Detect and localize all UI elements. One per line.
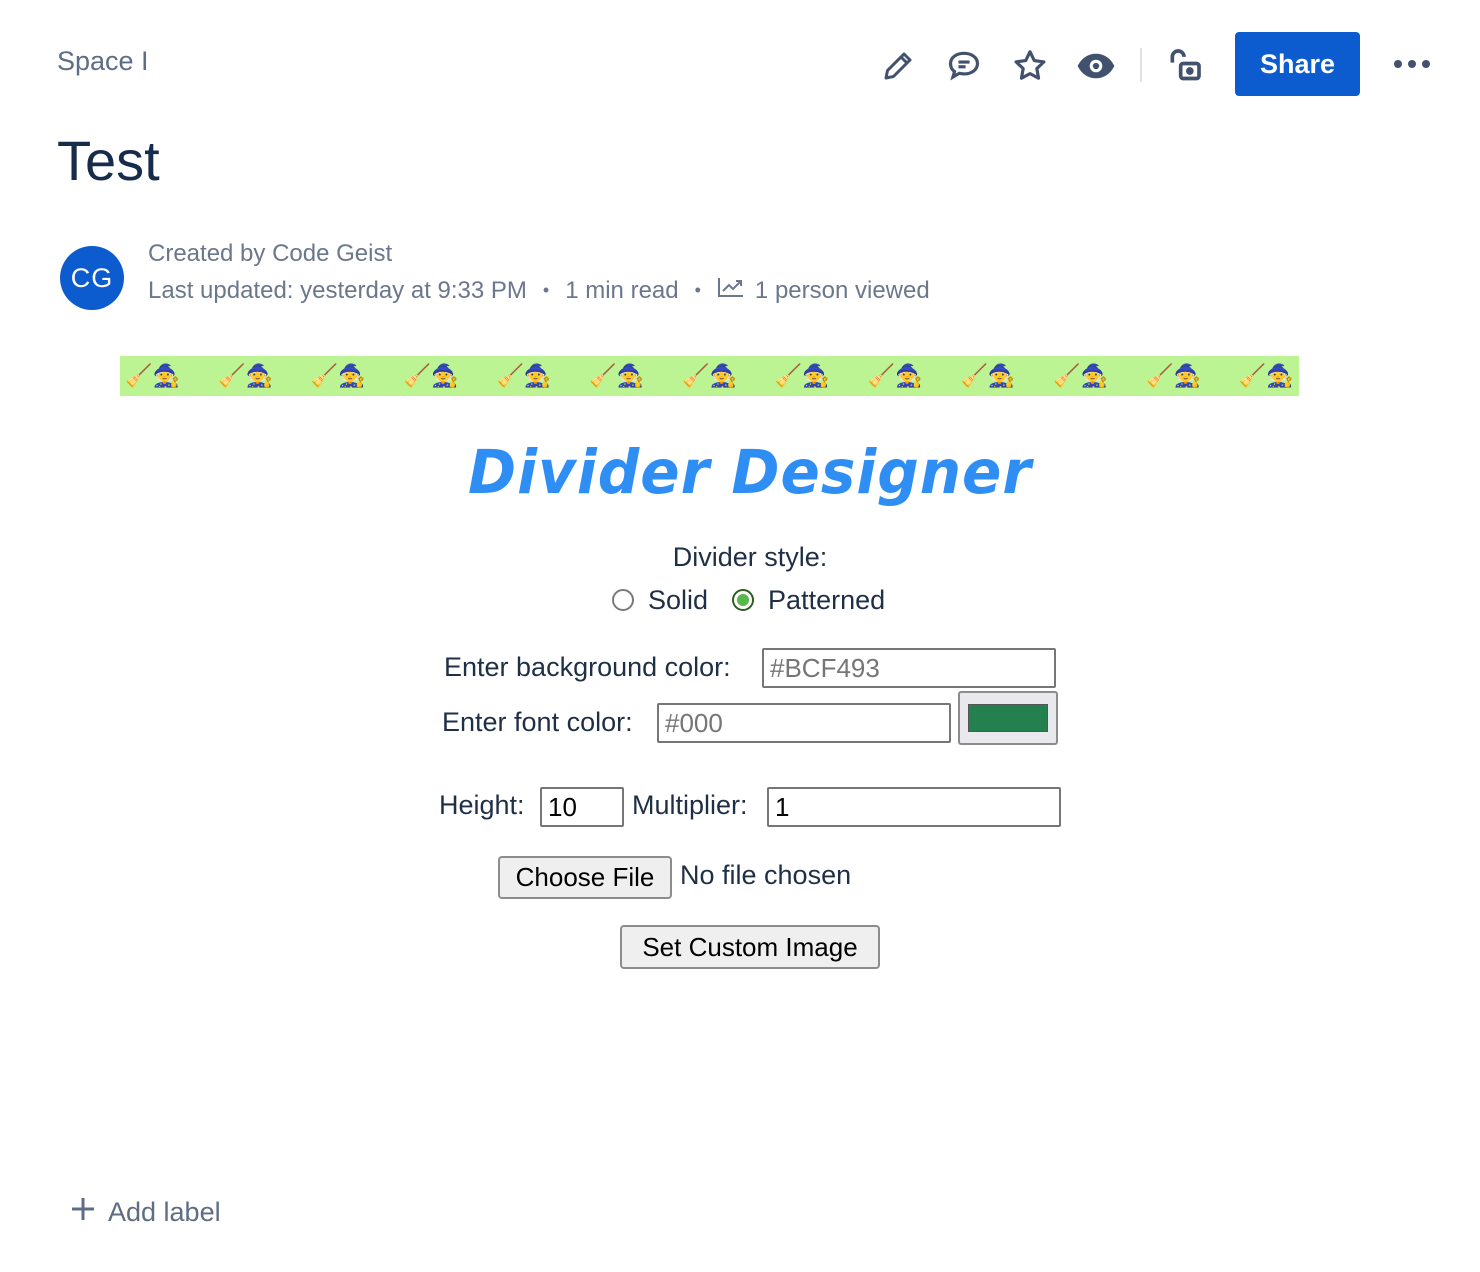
divider-style-label: Divider style: xyxy=(672,542,828,572)
divider-pattern-unit: 🧹🧙 xyxy=(310,363,366,388)
byline-separator: • xyxy=(694,280,701,300)
read-time: 1 min read xyxy=(565,276,679,304)
avatar[interactable]: CG xyxy=(60,246,124,310)
radio-patterned-label[interactable]: Patterned xyxy=(768,585,885,616)
set-custom-image-button[interactable]: Set Custom Image xyxy=(620,925,880,969)
height-input[interactable] xyxy=(540,787,624,827)
divider-pattern-unit: 🧹🧙 xyxy=(1146,363,1201,388)
divider-pattern-unit: 🧹🧙 xyxy=(218,363,273,388)
share-button[interactable]: Share xyxy=(1235,32,1360,96)
comment-icon[interactable] xyxy=(942,44,986,88)
file-status: No file chosen xyxy=(680,860,852,890)
divider-pattern-unit: 🧹🧙 xyxy=(1238,363,1294,388)
created-by: Created by Code Geist xyxy=(148,240,393,267)
bg-color-input[interactable] xyxy=(762,648,1056,688)
divider-pattern-unit: 🧹🧙 xyxy=(403,363,459,388)
page-title: Test xyxy=(57,129,160,192)
bg-color-label: Enter background color: xyxy=(444,652,731,682)
last-updated[interactable]: Last updated: yesterday at 9:33 PM xyxy=(148,277,527,305)
view-count[interactable]: 1 person viewed xyxy=(755,277,930,305)
divider-pattern-unit: 🧹🧙 xyxy=(125,363,181,388)
divider-pattern-unit: 🧹🧙 xyxy=(682,363,737,388)
add-label-button[interactable]: Add label xyxy=(70,1196,221,1229)
radio-solid[interactable] xyxy=(612,589,634,611)
more-icon[interactable] xyxy=(1386,40,1438,88)
edit-icon[interactable] xyxy=(876,44,920,88)
divider-pattern-unit: 🧹🧙 xyxy=(867,363,923,388)
add-label-text[interactable]: Add label xyxy=(108,1197,221,1228)
divider-pattern-unit: 🧹🧙 xyxy=(774,363,830,388)
choose-file-button[interactable]: Choose File xyxy=(498,856,672,899)
byline-meta: Last updated: yesterday at 9:33 PM • 1 m… xyxy=(148,276,930,305)
divider-pattern-unit: 🧹🧙 xyxy=(1053,363,1109,388)
radio-solid-label[interactable]: Solid xyxy=(648,585,708,616)
multiplier-input[interactable] xyxy=(767,787,1061,827)
breadcrumb-space[interactable]: Space I xyxy=(57,46,149,77)
divider-style-options: Solid Patterned xyxy=(608,582,905,618)
byline-separator: • xyxy=(542,280,550,300)
divider-preview: 🧹🧙 🧹🧙 🧹🧙 🧹🧙 🧹🧙 🧹🧙 🧹🧙 🧹🧙 🧹🧙 🧹🧙 🧹🧙 🧹🧙 🧹🧙 xyxy=(120,356,1299,396)
unlock-icon[interactable] xyxy=(1162,44,1206,88)
multiplier-label: Multiplier: xyxy=(632,790,748,820)
star-icon[interactable] xyxy=(1008,44,1052,88)
divider-pattern-unit: 🧹🧙 xyxy=(960,363,1016,388)
divider-pattern-unit: 🧹🧙 xyxy=(589,363,645,388)
font-color-label: Enter font color: xyxy=(442,707,633,737)
plus-icon xyxy=(70,1196,96,1229)
font-color-input[interactable] xyxy=(657,703,951,743)
color-picker-swatch xyxy=(968,704,1048,732)
radio-patterned[interactable] xyxy=(732,589,755,611)
watch-icon[interactable] xyxy=(1074,44,1118,88)
height-label: Height: xyxy=(439,790,525,820)
divider-pattern-unit: 🧹🧙 xyxy=(496,363,552,388)
color-picker[interactable] xyxy=(958,691,1058,745)
toolbar-separator xyxy=(1140,48,1142,82)
designer-title: Divider Designer xyxy=(468,436,1032,508)
analytics-icon xyxy=(717,276,745,305)
